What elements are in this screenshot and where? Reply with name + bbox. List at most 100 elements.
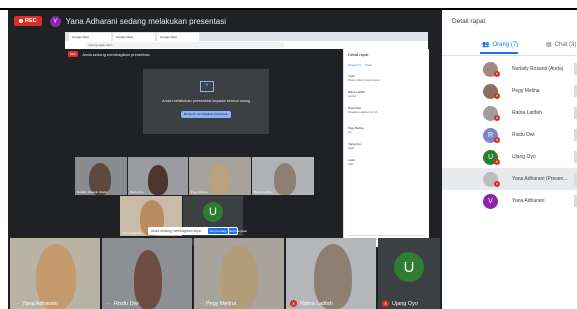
sharing-banner: Anda sedang membagikan layar Stop berbag… <box>148 227 247 235</box>
chat-panel-title: Detail rapat <box>348 52 369 57</box>
address-field[interactable]: meet.google.com/... <box>85 42 285 48</box>
browser-tab-strip: Google Meet Google Meet Google Meet <box>65 32 428 41</box>
participant-row[interactable]: ✕ Pegy Melina <box>442 80 577 102</box>
participant-row[interactable]: U ✕ Ujang Oyo <box>442 146 577 168</box>
tile-name: Ratna Latifah <box>254 190 272 194</box>
participant-name: Ujang Oyo <box>512 154 536 160</box>
participant-row[interactable]: ✕ Ratna Latifah <box>442 102 577 124</box>
mic-off-icon: ✕ <box>494 159 500 165</box>
tab-chat[interactable]: Chat <box>365 63 371 67</box>
chat-message: Risdu Dwi Assalamu alaikum wr wb <box>348 107 378 114</box>
more-icon[interactable]: ⋯ <box>14 301 19 307</box>
meet-top-bar: REC Y Yana Adharani sedang melakukan pre… <box>8 10 442 32</box>
participant-name: Yana Adharani (Presen... <box>512 176 568 182</box>
tile-name: Yana Adharani <box>122 231 142 235</box>
inner-video-tile: Pegy Melina <box>189 157 251 195</box>
mic-off-icon: ✕ <box>494 71 500 77</box>
mic-off-icon: ✕ <box>290 300 297 307</box>
inner-top-bar: REC Anda sedang membagikan presentasi <box>65 49 343 59</box>
inner-video-tile: Risdu Dwi <box>128 157 188 195</box>
chat-message: Pegy Melina Iya <box>348 127 364 134</box>
participant-figure <box>36 244 76 309</box>
meeting-details-sidebar: Detail rapat 👥 Orang (7) ▤ Chat (3) ✕ Nu… <box>442 10 577 309</box>
inner-video-tile: Nurlaily Rosanti (Anda) <box>75 157 127 195</box>
participant-figure <box>148 165 168 195</box>
hide-banner-button[interactable]: Sembunyikan <box>229 228 247 234</box>
tab-chat[interactable]: ▤ Chat (3) <box>546 41 577 49</box>
tile-name-label: ⋯ Yana Adharani <box>14 301 58 307</box>
active-tab-indicator <box>480 52 518 54</box>
tab-people-label: Orang (7) <box>492 41 519 48</box>
inner-video-tile: Ratna Latifah <box>252 157 314 195</box>
chat-message: Ujang Oyo Hadir <box>348 143 362 150</box>
inner-chat-panel: Detail rapat Orang (7) Chat Anda Pesan un… <box>343 49 429 247</box>
chat-message: Ratna Latifah Aamiin <box>348 91 366 98</box>
more-icon[interactable]: ⋯ <box>106 301 111 307</box>
browser-tab[interactable]: Google Meet <box>113 33 155 41</box>
participant-name: Yana Adharani <box>512 198 545 204</box>
tab-people[interactable]: Orang (7) <box>348 63 361 67</box>
record-dot-icon <box>19 19 23 23</box>
tile-name: Risdu Dwi <box>130 190 144 194</box>
participant-initial-avatar: U <box>394 252 424 282</box>
tile-name-label: ⋯ Risdu Dwi <box>106 301 139 307</box>
tile-name-label: ✕ Ratna Latifah <box>290 300 333 307</box>
shared-screen: Google Meet Google Meet Google Meet meet… <box>65 32 429 247</box>
tile-name-label: ✕ Ujang Oyo <box>382 300 418 307</box>
participant-initial-avatar: U <box>203 202 223 222</box>
participant-name: Ratna Latifah <box>512 110 542 116</box>
mic-off-icon: ✕ <box>494 115 500 121</box>
presenting-panel: + Anda melakukan presentasi kepada semua… <box>143 69 269 134</box>
participant-name: Nurlaily Rosanti (Anda) <box>512 66 564 72</box>
chat-message: Anda Pesan untuk peserta rapat <box>348 75 380 82</box>
tile-name: Nurlaily Rosanti (Anda) <box>77 190 108 194</box>
participant-avatar: V <box>483 193 498 209</box>
present-screen-icon: + <box>200 81 214 92</box>
tab-people[interactable]: 👥 Orang (7) <box>482 41 519 49</box>
chat-panel-tabs: Orang (7) Chat <box>348 63 425 69</box>
tile-name-label: ⋯ Pegy Melina <box>198 301 237 307</box>
tab-chat-label: Chat (3) <box>554 41 577 48</box>
participant-row[interactable]: R ✕ Risdu Dwi <box>442 124 577 146</box>
participant-figure <box>209 163 231 195</box>
more-icon[interactable]: ⋯ <box>198 301 203 307</box>
sharing-banner-text: Anda sedang membagikan layar <box>151 229 202 233</box>
screenshot-frame: REC Y Yana Adharani sedang melakukan pre… <box>0 0 577 309</box>
inner-recording-badge: REC <box>68 51 79 57</box>
chat-message: Anda Halo <box>348 159 355 166</box>
people-icon: 👥 <box>482 42 490 48</box>
meet-main-area: REC Y Yana Adharani sedang melakukan pre… <box>8 10 442 309</box>
presenter-avatar: Y <box>49 15 61 27</box>
tile-name: Pegy Melina <box>191 190 208 194</box>
video-tile: U ✕ Ujang Oyo <box>378 238 440 309</box>
mic-off-icon: ✕ <box>494 93 500 99</box>
video-tile: ⋯ Yana Adharani <box>10 238 100 309</box>
stop-sharing-button[interactable]: Stop berbagi <box>208 228 228 234</box>
participant-name: Risdu Dwi <box>512 132 535 138</box>
recording-badge: REC <box>14 16 42 26</box>
stop-presenting-button[interactable]: Berhenti membagikan presentasi <box>181 111 231 118</box>
video-tile: ✕ Ratna Latifah <box>286 238 376 309</box>
video-tile: ⋯ Risdu Dwi <box>102 238 192 309</box>
participant-strip: ⋯ Yana Adharani ⋯ Risdu Dwi ⋯ Pegy Melina ✕… <box>8 238 442 309</box>
participant-name: Pegy Melina <box>512 88 540 94</box>
recording-label: REC <box>25 18 37 24</box>
participant-row[interactable]: V Yana Adharani <box>442 190 577 212</box>
mic-off-icon: ✕ <box>382 300 389 307</box>
inner-meet-window: REC Anda sedang membagikan presentasi + … <box>65 49 343 247</box>
presenting-message: Anda melakukan presentasi kepada semua o… <box>161 98 251 103</box>
chat-icon: ▤ <box>546 42 552 48</box>
mic-off-icon: ✕ <box>494 137 500 143</box>
video-tile: ⋯ Pegy Melina <box>194 238 284 309</box>
participant-row[interactable]: ✕ Yana Adharani (Presen... <box>442 168 577 190</box>
participant-figure <box>220 246 258 309</box>
sidebar-divider <box>442 55 577 56</box>
participant-figure <box>274 163 296 195</box>
sidebar-title: Detail rapat <box>452 18 486 25</box>
mic-off-icon: ✕ <box>494 181 500 187</box>
browser-tab[interactable]: Google Meet <box>69 33 111 41</box>
browser-tab[interactable]: Google Meet <box>157 33 199 41</box>
inner-presenting-text: Anda sedang membagikan presentasi <box>82 51 150 57</box>
presentation-title: Yana Adharani sedang melakukan presentas… <box>65 16 227 26</box>
participant-row[interactable]: ✕ Nurlaily Rosanti (Anda) <box>442 58 577 80</box>
